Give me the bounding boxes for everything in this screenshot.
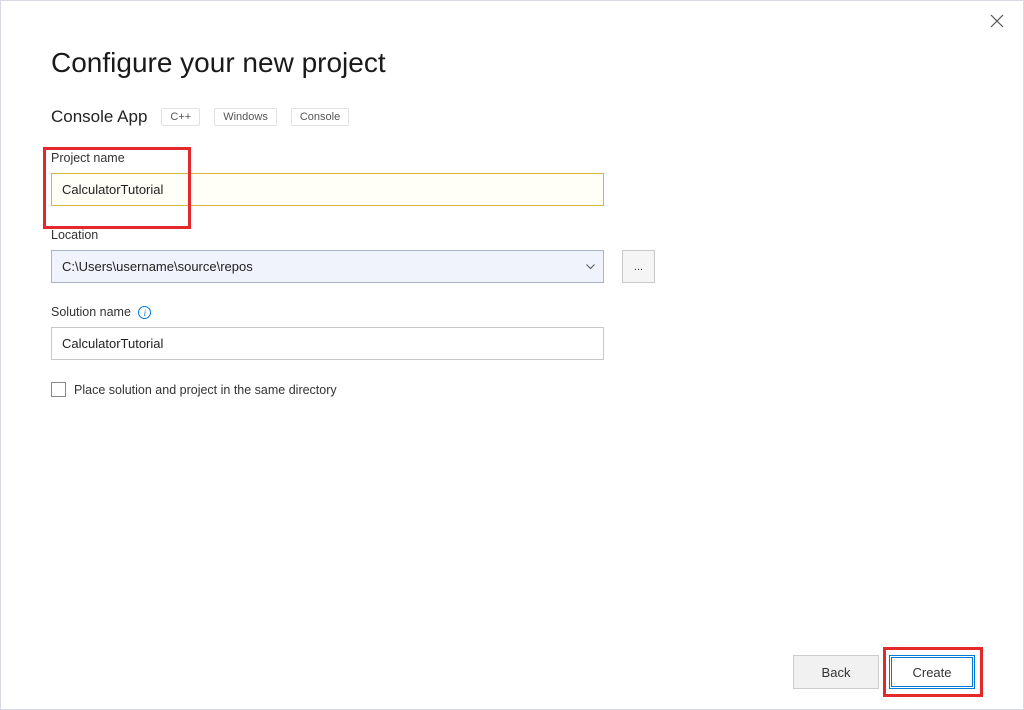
template-tag: C++ — [161, 108, 200, 126]
solution-name-label: Solution name i — [51, 305, 973, 319]
location-label: Location — [51, 228, 973, 242]
browse-button[interactable]: ... — [622, 250, 655, 283]
page-title: Configure your new project — [51, 47, 973, 79]
back-button[interactable]: Back — [793, 655, 879, 689]
same-directory-row: Place solution and project in the same d… — [51, 382, 973, 397]
template-tag: Console — [291, 108, 349, 126]
template-tag: Windows — [214, 108, 277, 126]
create-button[interactable]: Create — [889, 655, 975, 689]
project-name-input[interactable] — [51, 173, 604, 206]
dialog-footer: Back Create — [793, 655, 975, 689]
solution-name-group: Solution name i — [51, 305, 973, 360]
location-group: Location C:\Users\username\source\repos … — [51, 228, 973, 283]
same-directory-label: Place solution and project in the same d… — [74, 383, 337, 397]
project-name-group: Project name — [51, 151, 973, 206]
chevron-down-icon — [581, 264, 599, 270]
solution-name-label-text: Solution name — [51, 305, 131, 319]
template-header: Console App C++ Windows Console — [51, 107, 973, 127]
info-icon[interactable]: i — [138, 306, 151, 319]
location-combobox[interactable]: C:\Users\username\source\repos — [51, 250, 604, 283]
close-icon[interactable] — [989, 13, 1005, 29]
template-name: Console App — [51, 107, 147, 127]
location-value: C:\Users\username\source\repos — [62, 259, 581, 274]
project-name-label: Project name — [51, 151, 973, 165]
solution-name-input[interactable] — [51, 327, 604, 360]
same-directory-checkbox[interactable] — [51, 382, 66, 397]
